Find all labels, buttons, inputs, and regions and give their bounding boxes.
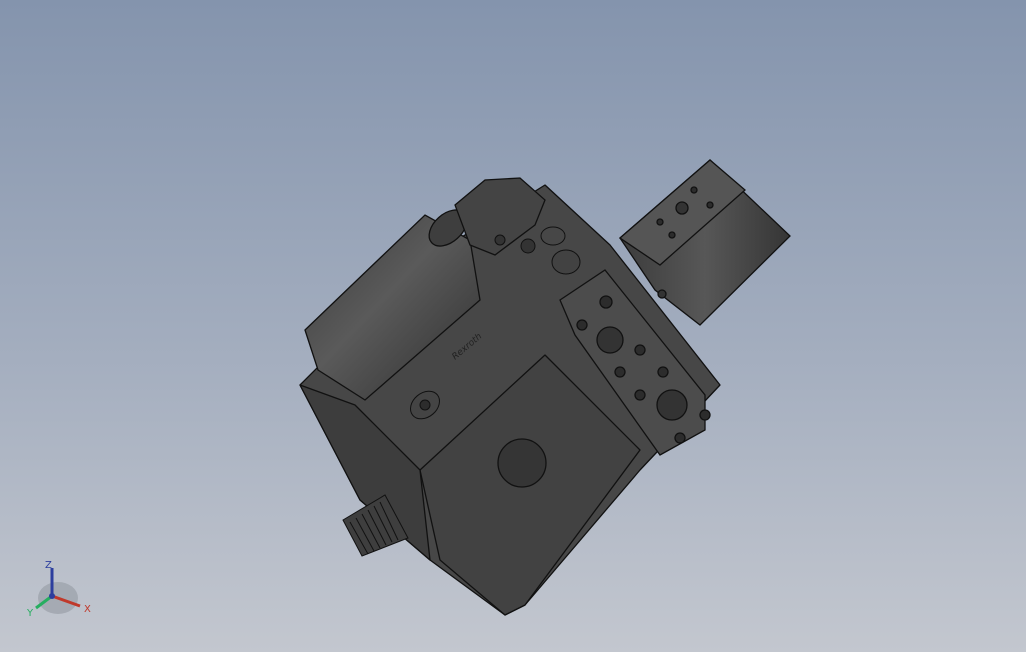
side-port: [497, 438, 547, 488]
z-axis-label: Z: [45, 560, 52, 571]
pump-model[interactable]: Rexroth: [0, 0, 1026, 652]
x-axis-label: X: [84, 604, 91, 615]
graphics-viewport[interactable]: Rexroth Z X Y: [0, 0, 1026, 652]
coordinate-triad: Z X Y: [22, 556, 102, 626]
y-axis-label: Y: [26, 608, 34, 619]
triad-origin: [49, 593, 55, 599]
